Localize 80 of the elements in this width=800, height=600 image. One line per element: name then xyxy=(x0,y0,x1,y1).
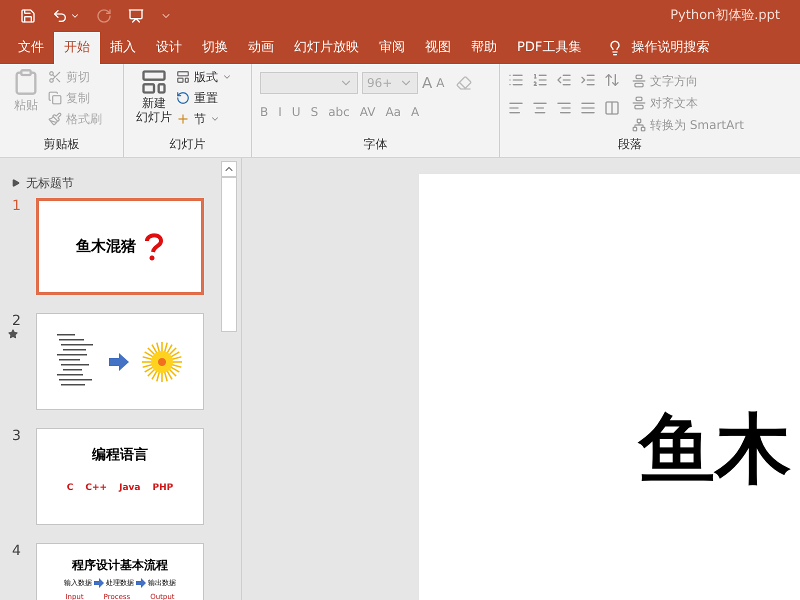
scissors-icon xyxy=(48,70,62,84)
new-slide-button[interactable]: 新建 幻灯片 xyxy=(136,96,172,124)
arrow-icon xyxy=(136,578,146,588)
ribbon-tab[interactable]: 文件 xyxy=(8,32,54,64)
group-label: 幻灯片 xyxy=(168,136,206,153)
slide-title: 鱼木 xyxy=(639,404,791,493)
slide-thumbnail[interactable]: 编程语言 C C++ Java PHP xyxy=(36,428,204,525)
ribbon-tab[interactable]: 切换 xyxy=(192,32,238,64)
font-format-button[interactable]: A xyxy=(411,102,420,120)
font-format-button[interactable]: Aa xyxy=(385,102,401,120)
slide-number: 2 xyxy=(12,313,21,329)
font-format-button[interactable]: U xyxy=(292,102,301,120)
thumbnail-title: 程序设计基本流程 xyxy=(72,557,168,574)
smartart-button[interactable]: 转换为 SmartArt xyxy=(650,116,744,134)
ribbon-tab[interactable]: 动画 xyxy=(238,32,284,64)
ribbon-tab[interactable]: 设计 xyxy=(146,32,192,64)
new-slide-icon[interactable] xyxy=(140,68,168,96)
copy-icon xyxy=(48,91,62,105)
arrow-icon xyxy=(109,352,129,370)
eraser-icon[interactable] xyxy=(456,75,472,92)
ribbon-tab[interactable]: 视图 xyxy=(415,32,461,64)
paintbrush-icon xyxy=(48,112,62,126)
ribbon-tab[interactable]: 审阅 xyxy=(369,32,415,64)
redo-icon[interactable] xyxy=(96,8,112,24)
slide-thumbnail[interactable]: 鱼木混猪 xyxy=(36,198,204,295)
section-button[interactable]: 节 xyxy=(194,110,206,128)
reset-button[interactable]: 重置 xyxy=(194,89,218,107)
slide-thumbnail[interactable] xyxy=(36,313,204,410)
question-mark-icon xyxy=(144,232,164,260)
align-right-icon[interactable] xyxy=(556,100,572,116)
section-icon xyxy=(176,112,190,126)
layout-icon xyxy=(176,70,190,84)
section-title: 无标题节 xyxy=(26,175,74,192)
font-name-field[interactable] xyxy=(260,72,358,94)
font-format-button[interactable]: B xyxy=(260,102,268,120)
font-format-button[interactable]: AV xyxy=(360,102,376,120)
language-label: Java xyxy=(119,482,140,495)
slide-number: 3 xyxy=(12,428,21,444)
bullets-icon[interactable] xyxy=(508,72,524,88)
indent-increase-icon[interactable] xyxy=(580,72,596,88)
language-label: C++ xyxy=(85,482,108,495)
numbering-icon[interactable] xyxy=(532,72,548,88)
ribbon-tab[interactable]: 幻灯片放映 xyxy=(284,32,369,64)
language-label: C xyxy=(66,482,74,495)
layout-button[interactable]: 版式 xyxy=(194,68,218,86)
justify-icon[interactable] xyxy=(580,100,596,116)
group-label: 字体 xyxy=(362,136,388,153)
group-label: 段落 xyxy=(617,136,643,153)
slide-number: 1 xyxy=(12,198,21,214)
sun-icon xyxy=(141,340,183,382)
language-label: PHP xyxy=(152,482,174,495)
thumbnail-title: 鱼木混猪 xyxy=(76,236,136,258)
ribbon-tab[interactable]: 开始 xyxy=(54,32,100,64)
group-label: 剪贴板 xyxy=(42,136,80,153)
line-spacing-icon[interactable] xyxy=(604,72,620,88)
slideshow-icon[interactable] xyxy=(128,8,144,24)
tell-me-search[interactable]: 操作说明搜索 xyxy=(631,38,710,58)
window-title: Python初体验.ppt xyxy=(670,7,780,26)
font-format-button[interactable]: I xyxy=(278,102,282,120)
font-format-button[interactable]: S xyxy=(310,102,318,120)
save-icon[interactable] xyxy=(20,8,36,24)
align-left-icon[interactable] xyxy=(508,100,524,116)
text-direction-button[interactable]: 文字方向 xyxy=(650,72,698,90)
thumbnail-title: 编程语言 xyxy=(92,446,148,465)
indent-decrease-icon[interactable] xyxy=(556,72,572,88)
ribbon-tab[interactable]: PDF工具集 xyxy=(507,32,592,64)
collapse-icon[interactable] xyxy=(12,179,20,187)
font-format-button[interactable]: abc xyxy=(328,102,350,120)
ribbon-tab[interactable]: 插入 xyxy=(100,32,146,64)
reset-icon xyxy=(176,91,190,105)
undo-icon[interactable] xyxy=(52,8,68,24)
arrow-icon xyxy=(94,578,104,588)
columns-icon[interactable] xyxy=(604,100,620,116)
ribbon-tab[interactable]: 帮助 xyxy=(461,32,507,64)
grow-font-button[interactable]: A xyxy=(422,72,432,94)
align-text-button[interactable]: 对齐文本 xyxy=(650,94,698,112)
smartart-icon xyxy=(632,118,646,132)
slide-number: 4 xyxy=(12,543,21,559)
align-center-icon[interactable] xyxy=(532,100,548,116)
shrink-font-button[interactable]: A xyxy=(436,74,444,92)
